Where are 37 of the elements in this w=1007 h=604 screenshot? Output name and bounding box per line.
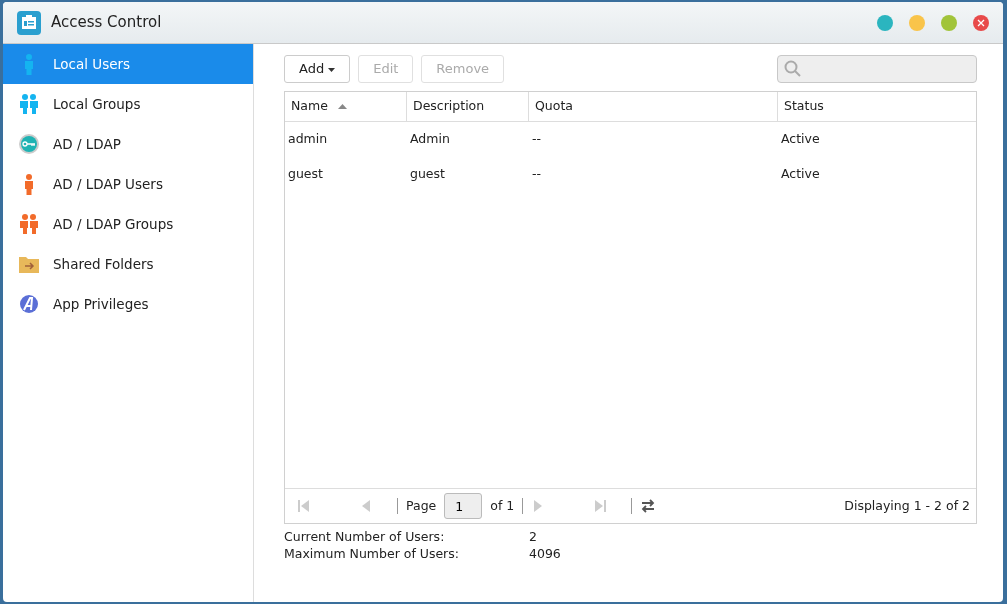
window-dot-icon[interactable] bbox=[941, 14, 957, 31]
sidebar-item[interactable]: AD / LDAP Groups bbox=[3, 204, 253, 244]
sidebar-item[interactable]: AD / LDAP bbox=[3, 124, 253, 164]
page-input[interactable]: 1 bbox=[444, 493, 483, 519]
column-header[interactable]: Name bbox=[285, 92, 407, 121]
window-dot-icon[interactable] bbox=[909, 14, 925, 31]
table-cell: Active bbox=[781, 131, 820, 147]
page-count: of 1 bbox=[490, 496, 515, 515]
sidebar-item[interactable]: AD / LDAP Users bbox=[3, 164, 253, 204]
sidebar-item[interactable]: Local Users bbox=[3, 44, 253, 84]
sidebar-item[interactable]: Shared Folders bbox=[3, 244, 253, 284]
window-title: Access Control bbox=[51, 12, 162, 34]
search-field[interactable] bbox=[777, 55, 977, 83]
stat-label: Maximum Number of Users: bbox=[284, 545, 460, 562]
close-icon[interactable] bbox=[973, 14, 989, 31]
toolbar-button[interactable]: Add bbox=[284, 55, 351, 83]
page-label: Page bbox=[406, 496, 437, 515]
search-icon bbox=[784, 60, 802, 78]
refresh-arrows-icon[interactable] bbox=[640, 499, 657, 513]
sidebar-item[interactable]: App Privileges bbox=[3, 284, 253, 324]
stat-value: 4096 bbox=[529, 545, 561, 562]
table-cell: Active bbox=[781, 166, 820, 182]
table-cell: admin bbox=[288, 131, 328, 147]
displaying-text: Displaying 1 - 2 of 2 bbox=[844, 496, 970, 515]
window-dot-icon[interactable] bbox=[877, 14, 893, 31]
table-cell: guest bbox=[410, 166, 445, 182]
app-logo-icon bbox=[17, 10, 41, 35]
column-header[interactable]: Quota bbox=[529, 92, 778, 121]
table-cell: guest bbox=[288, 166, 323, 182]
table-cell: -- bbox=[532, 166, 542, 182]
column-header[interactable]: Status bbox=[778, 92, 976, 121]
stat-label: Current Number of Users: bbox=[284, 528, 446, 545]
table-cell: Admin bbox=[410, 131, 450, 147]
sidebar-item[interactable]: Local Groups bbox=[3, 84, 253, 124]
stat-value: 2 bbox=[529, 528, 537, 545]
table-cell: -- bbox=[532, 131, 542, 147]
column-header[interactable]: Description bbox=[407, 92, 529, 121]
